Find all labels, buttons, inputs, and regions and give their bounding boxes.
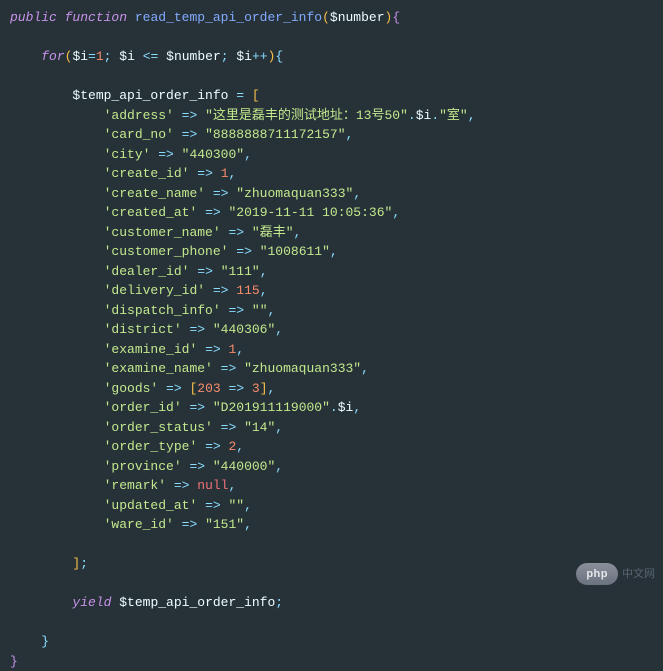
watermark: php 中文网: [576, 563, 655, 586]
keyword-public: public: [10, 10, 57, 25]
keyword-for: for: [41, 49, 64, 64]
keyword-function: function: [65, 10, 127, 25]
array-var: $temp_api_order_info: [72, 88, 228, 103]
code-block: public function read_temp_api_order_info…: [10, 8, 653, 671]
watermark-text: 中文网: [622, 566, 655, 583]
function-name: read_temp_api_order_info: [135, 10, 322, 25]
keyword-yield: yield: [72, 595, 111, 610]
watermark-badge: php: [576, 563, 618, 586]
